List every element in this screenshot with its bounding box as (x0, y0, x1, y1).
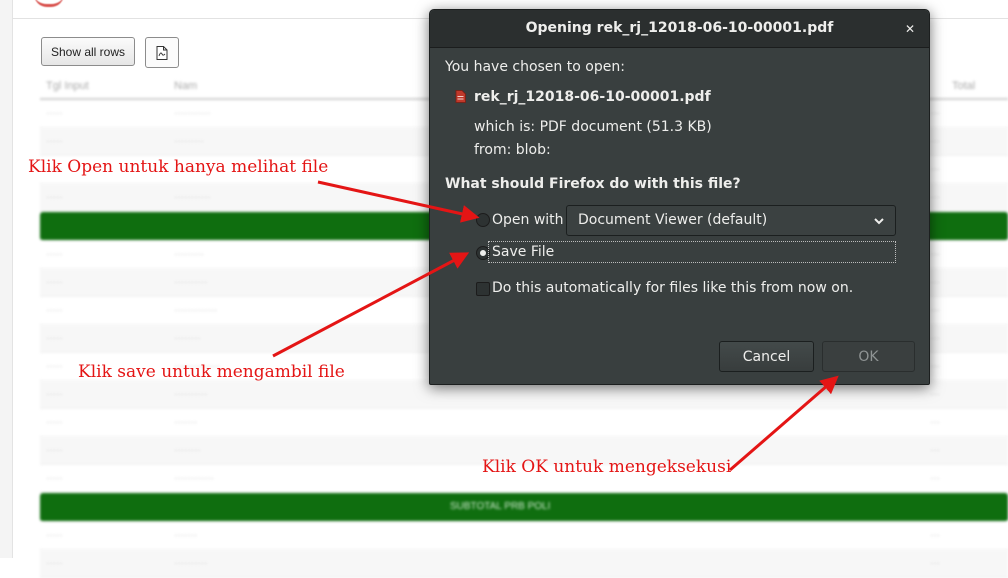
save-arrow (272, 252, 470, 358)
open-arrow (317, 180, 480, 223)
ok-annotation: Klik OK untuk mengeksekusi (482, 457, 732, 477)
ok-arrow (729, 375, 839, 472)
save-annotation: Klik save untuk mengambil file (78, 362, 345, 382)
open-annotation: Klik Open untuk hanya melihat file (28, 157, 329, 177)
